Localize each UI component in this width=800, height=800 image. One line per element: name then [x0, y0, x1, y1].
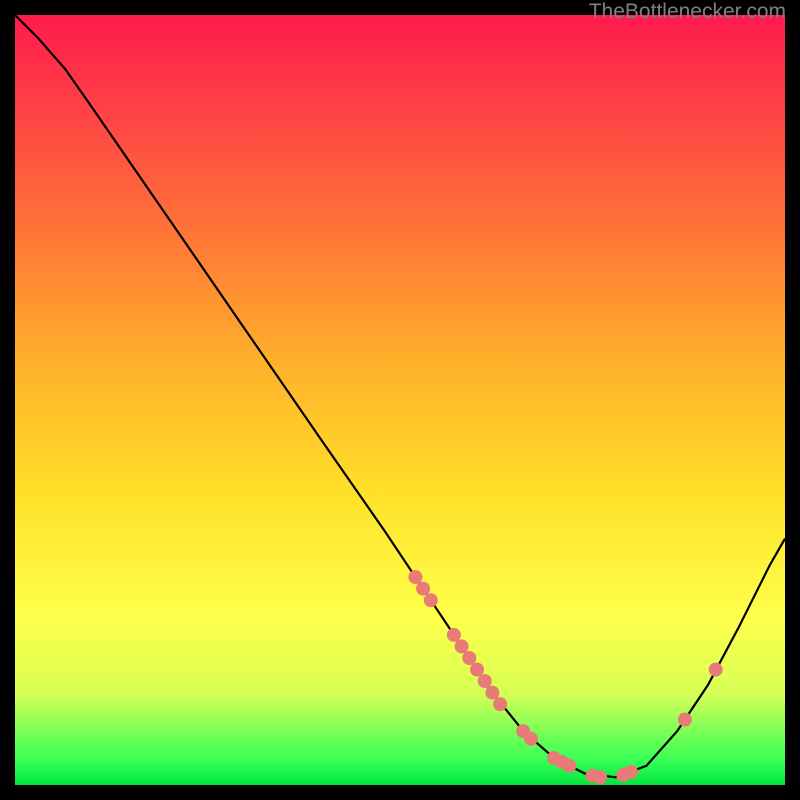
data-point	[485, 686, 499, 700]
plot-area	[15, 15, 785, 785]
chart-svg	[15, 15, 785, 785]
data-point	[493, 697, 507, 711]
data-point	[562, 759, 576, 773]
data-point	[455, 639, 469, 653]
data-point	[416, 582, 430, 596]
data-point	[624, 765, 638, 779]
data-point	[408, 570, 422, 584]
data-point	[424, 593, 438, 607]
data-point	[678, 713, 692, 727]
data-point	[593, 770, 607, 784]
data-point	[478, 674, 492, 688]
data-markers	[408, 570, 722, 784]
chart-wrapper: TheBottlenecker.com	[0, 0, 800, 800]
data-point	[709, 663, 723, 677]
bottleneck-curve	[15, 15, 785, 777]
data-point	[524, 732, 538, 746]
data-point	[447, 628, 461, 642]
source-credit: TheBottlenecker.com	[589, 0, 786, 24]
data-point	[462, 651, 476, 665]
data-point	[470, 663, 484, 677]
